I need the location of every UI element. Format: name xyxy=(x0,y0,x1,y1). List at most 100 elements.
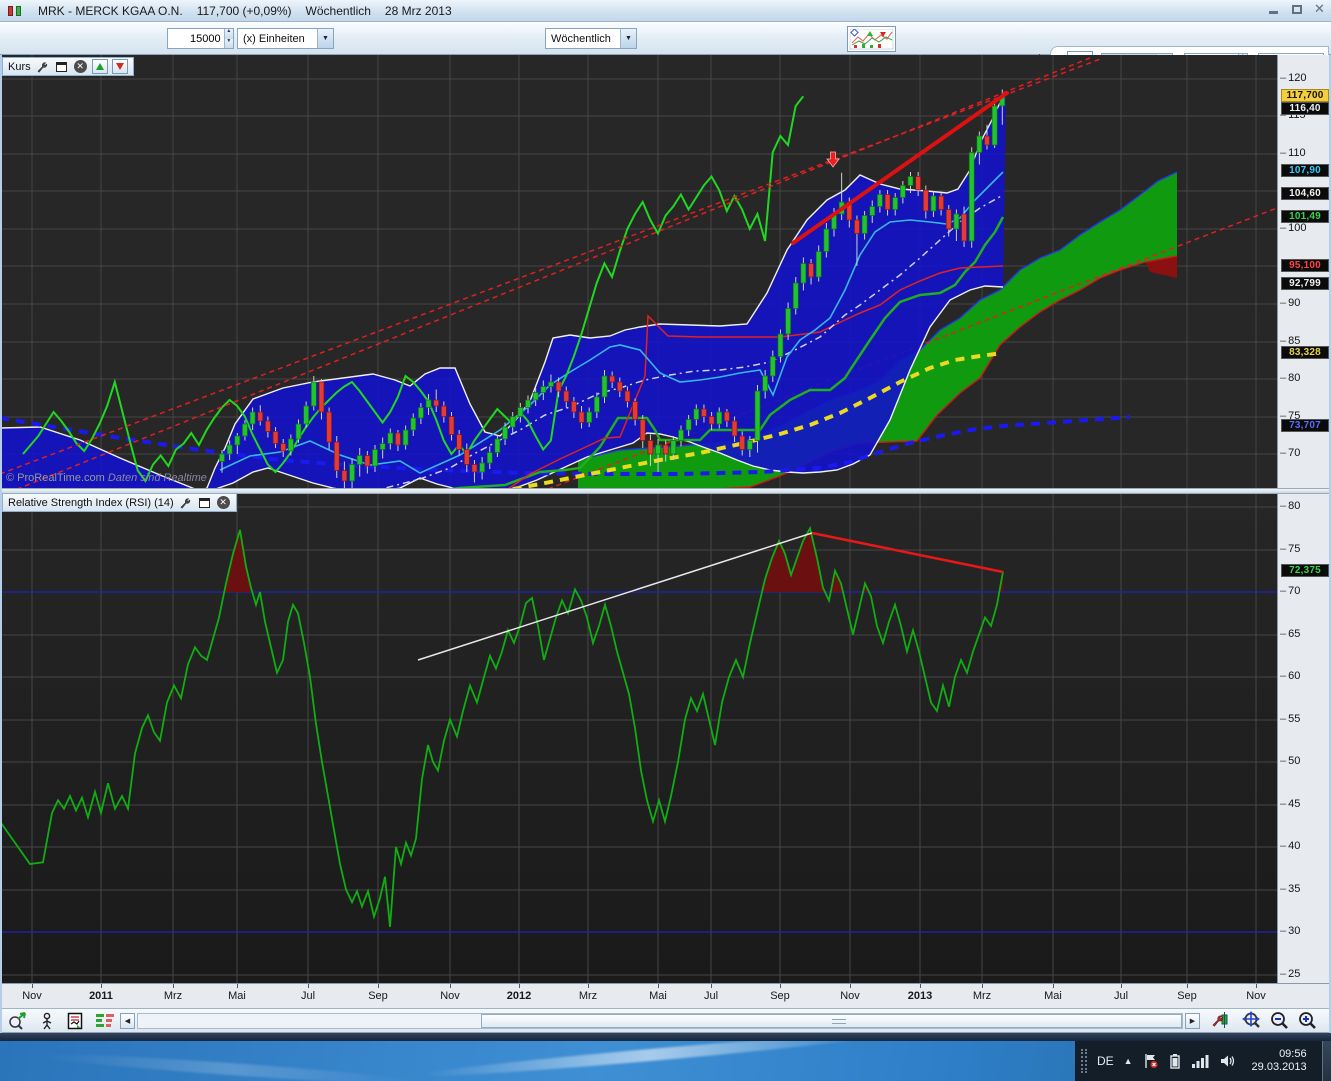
time-tick xyxy=(1256,984,1257,988)
time-tick xyxy=(1187,984,1188,988)
price-value-badge: 101,49 xyxy=(1281,210,1329,223)
price-value-badge: 104,60 xyxy=(1281,187,1329,200)
minimize-icon[interactable] xyxy=(1266,2,1281,16)
axis-tick-label: –110 xyxy=(1280,147,1306,159)
rsi-axis[interactable]: –80–75–70–65–60–55–50–45–40–35–30–2572,3… xyxy=(1277,494,1331,983)
time-tick xyxy=(1121,984,1122,988)
hidden-icons-chevron[interactable]: ▲ xyxy=(1124,1056,1133,1066)
chart-settings-icon[interactable] xyxy=(1210,1011,1232,1031)
time-tick xyxy=(850,984,851,988)
show-desktop-button[interactable] xyxy=(1322,1041,1331,1081)
panel-title: Kurs xyxy=(8,61,31,73)
scrollbar-thumb[interactable] xyxy=(481,1014,1182,1028)
wrench-icon[interactable] xyxy=(35,59,50,74)
price-axis[interactable]: –120–115–110–100–90–85–80–75–70117,70011… xyxy=(1277,55,1331,488)
taskbar-grip[interactable] xyxy=(1081,1049,1087,1073)
axis-tick-label: –70 xyxy=(1280,585,1300,597)
time-label-month: Nov xyxy=(440,990,460,1002)
axis-tick-label: –80 xyxy=(1280,500,1300,512)
axis-tick-label: –30 xyxy=(1280,925,1300,937)
order-book-icon[interactable] xyxy=(94,1011,116,1031)
time-tick xyxy=(32,984,33,988)
price-value-badge: 73,707 xyxy=(1281,419,1329,432)
window-frame-left xyxy=(0,55,2,1033)
time-axis[interactable]: Nov2011MrzMaiJulSepNov2012MrzMaiJulSepNo… xyxy=(0,983,1331,1008)
time-label-month: Mai xyxy=(649,990,667,1002)
cursor-person-icon[interactable] xyxy=(36,1011,58,1031)
timeframe-label: Wöchentlich xyxy=(306,4,371,18)
window-icon[interactable] xyxy=(197,495,212,510)
axis-tick-label: –80 xyxy=(1280,372,1300,384)
panel-title: Relative Strength Index (RSI) (14) xyxy=(8,497,174,509)
close-icon[interactable]: ✕ xyxy=(1312,2,1327,16)
action-center-flag-icon[interactable] xyxy=(1143,1053,1159,1069)
time-label-month: Sep xyxy=(770,990,790,1002)
axis-tick-label: –90 xyxy=(1280,297,1300,309)
rsi-chart-plot[interactable] xyxy=(0,494,1277,983)
price-value-badge: 72,375 xyxy=(1281,564,1329,577)
price-value-badge: 95,100 xyxy=(1281,259,1329,272)
maximize-icon[interactable] xyxy=(1289,2,1304,16)
chevron-down-icon[interactable]: ▼ xyxy=(620,29,636,48)
scroll-left-button[interactable]: ◀ xyxy=(120,1013,135,1029)
battery-icon[interactable] xyxy=(1169,1053,1181,1069)
window-bottom-edge xyxy=(0,1033,1331,1041)
chevron-down-icon[interactable]: ▼ xyxy=(317,29,333,48)
zoom-in-icon[interactable] xyxy=(1296,1011,1318,1031)
candlestick-icon xyxy=(6,4,24,18)
price-value-badge: 107,90 xyxy=(1281,164,1329,177)
network-signal-icon[interactable] xyxy=(1191,1053,1209,1069)
time-label-month: Jul xyxy=(704,990,718,1002)
report-icon[interactable] xyxy=(64,1011,86,1031)
zoom-out-icon[interactable] xyxy=(1268,1011,1290,1031)
time-tick xyxy=(450,984,451,988)
close-circle-icon[interactable]: ✕ xyxy=(73,59,88,74)
date-label: 29.03.2013 xyxy=(1245,1061,1307,1074)
language-indicator[interactable]: DE xyxy=(1097,1054,1114,1068)
units-stepper[interactable]: ▲▼ xyxy=(224,29,233,48)
price-value-badge: 92,799 xyxy=(1281,277,1329,290)
axis-tick-label: –65 xyxy=(1280,628,1300,640)
system-tray: DE ▲ 09:56 29.03.2013 xyxy=(1075,1041,1331,1081)
desktop-wallpaper: DE ▲ 09:56 29.03.2013 xyxy=(0,1041,1331,1081)
rsi-panel-header: Relative Strength Index (RSI) (14) ✕ xyxy=(2,493,237,512)
chart-style-button[interactable] xyxy=(847,26,896,52)
axis-tick-label: –60 xyxy=(1280,670,1300,682)
time-label-year: 2013 xyxy=(908,990,932,1002)
wrench-icon[interactable] xyxy=(178,495,193,510)
mini-chart-icon xyxy=(850,29,893,49)
time-label-month: Mrz xyxy=(973,990,991,1002)
units-count-input[interactable] xyxy=(168,29,224,48)
time-label-month: Nov xyxy=(840,990,860,1002)
time-label-month: Sep xyxy=(368,990,388,1002)
clock[interactable]: 09:56 29.03.2013 xyxy=(1245,1048,1307,1074)
time-scrollbar[interactable] xyxy=(137,1013,1183,1029)
scroll-right-button[interactable]: ▶ xyxy=(1185,1013,1200,1029)
time-tick xyxy=(519,984,520,988)
volume-icon[interactable] xyxy=(1219,1053,1235,1069)
time-label: 09:56 xyxy=(1245,1048,1307,1061)
window-icon[interactable] xyxy=(54,59,69,74)
pointer-zoom-icon[interactable] xyxy=(6,1011,28,1031)
time-label-month: Mrz xyxy=(164,990,182,1002)
copyright-label: © ProRealTime.com Daten sind Realtime xyxy=(6,472,207,484)
time-tick xyxy=(780,984,781,988)
units-type-dropdown[interactable]: (x) Einheiten ▼ xyxy=(237,28,334,49)
instrument-title: MRK - MERCK KGAA O.N. xyxy=(38,4,183,18)
title-bar[interactable]: MRK - MERCK KGAA O.N. 117,700 (+0,09%) W… xyxy=(0,0,1331,22)
close-circle-icon[interactable]: ✕ xyxy=(216,495,231,510)
axis-tick-label: –35 xyxy=(1280,883,1300,895)
time-label-month: Nov xyxy=(1246,990,1266,1002)
axis-tick-label: –40 xyxy=(1280,840,1300,852)
price-chart-plot[interactable] xyxy=(0,55,1277,488)
zoom-fit-icon[interactable] xyxy=(1240,1011,1262,1031)
axis-tick-label: –25 xyxy=(1280,968,1300,980)
time-label-month: Mrz xyxy=(579,990,597,1002)
date-label: 28 Mrz 2013 xyxy=(385,4,452,18)
move-panel-up-button[interactable] xyxy=(92,59,108,74)
main-toolbar: ▲▼ (x) Einheiten ▼ Wöchentlich ▼ xyxy=(0,22,1331,55)
move-panel-down-button[interactable] xyxy=(112,59,128,74)
timeframe-dropdown[interactable]: Wöchentlich ▼ xyxy=(545,28,637,49)
time-label-month: Sep xyxy=(1177,990,1197,1002)
units-count-field[interactable]: ▲▼ xyxy=(167,28,234,49)
